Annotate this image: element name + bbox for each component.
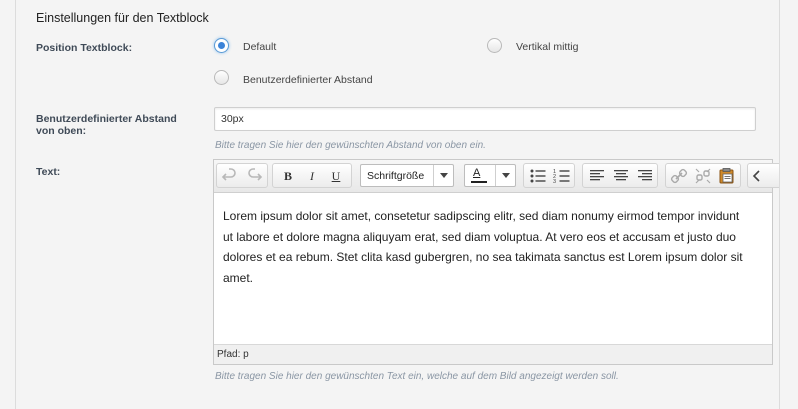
offset-label: Benutzerdefinierter Abstand von oben: [36,113,177,137]
editor-path-bar: Pfad: p [214,344,772,364]
chevron-down-icon [433,165,453,186]
radio-default[interactable] [214,38,229,53]
text-hint: Bitte tragen Sie hier den gewünschten Te… [215,371,619,382]
section-title: Einstellungen für den Textblock [36,11,209,25]
editor-content[interactable]: Lorem ipsum dolor sit amet, consetetur s… [223,206,779,288]
bullet-list-icon[interactable] [528,166,548,186]
offset-hint: Bitte tragen Sie hier den gewünschten Ab… [215,140,486,151]
chevron-down-icon [495,165,515,186]
radio-custom-offset-label[interactable]: Benutzerdefinierter Abstand [243,74,373,86]
align-right-icon[interactable] [635,166,655,186]
text-label: Text: [36,166,61,178]
unlink-icon[interactable] [693,166,713,186]
history-group [216,163,268,188]
content-line: dolores et ea rebum. Stet clita kasd gub… [223,250,743,264]
content-line: ut labore et dolore magna aliquyam erat,… [223,229,736,244]
font-size-select[interactable]: Schriftgröße [360,164,454,187]
alignment-group [582,163,658,188]
font-color-select[interactable]: A [464,164,516,187]
format-group: B I U [272,163,352,188]
undo-icon[interactable] [220,166,240,186]
align-center-icon[interactable] [611,166,631,186]
font-color-label: A [473,167,481,179]
textblock-settings-panel: Einstellungen für den Textblock Position… [15,0,780,409]
offset-label-line2: von oben: [36,125,87,137]
content-line: amet. [223,270,254,285]
offset-input[interactable] [214,107,756,131]
source-group [747,163,779,188]
paste-icon[interactable] [717,166,737,186]
offset-label-line1: Benutzerdefinierter Abstand [36,113,177,125]
italic-button[interactable]: I [302,166,322,186]
radio-default-label[interactable]: Default [243,41,276,53]
font-color-swatch [471,181,487,183]
bold-button[interactable]: B [278,166,298,186]
numbered-list-icon[interactable]: 123 [552,166,572,186]
align-left-icon[interactable] [587,166,607,186]
list-group: 123 [523,163,575,188]
redo-icon[interactable] [244,166,264,186]
radio-custom-offset[interactable] [214,70,229,85]
content-line: Lorem ipsum dolor sit amet, consetetur s… [223,209,740,223]
source-code-icon[interactable] [751,166,771,186]
radio-vertical-center[interactable] [487,38,502,53]
insert-group [665,163,741,188]
position-label: Position Textblock: [36,42,133,54]
radio-vertical-center-label[interactable]: Vertikal mittig [516,41,578,53]
link-icon[interactable] [669,166,689,186]
underline-button[interactable]: U [326,166,346,186]
rich-text-editor[interactable]: B I U Schriftgröße A 123 Lorem ipsum dol… [213,159,779,365]
editor-toolbar: B I U Schriftgröße A 123 [214,160,779,193]
font-size-select-label: Schriftgröße [367,170,425,182]
svg-text:3: 3 [553,179,556,185]
